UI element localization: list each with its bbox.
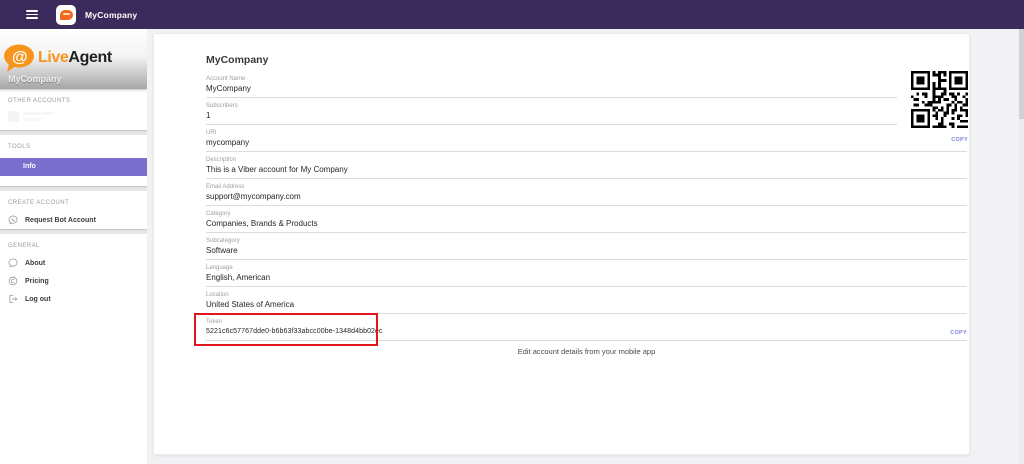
sidebar-section-tools: TOOLS Info [0,135,147,186]
account-avatar-placeholder [8,111,19,122]
qr-block: COPY [911,71,968,146]
sidebar-item-request-bot-account[interactable]: Request Bot Account [0,211,147,229]
field-email-address: Email Address support@mycompany.com [206,184,967,206]
scrollbar-thumb[interactable] [1019,29,1024,119]
brand-wordmark: LiveAgent [38,49,112,67]
topbar-title: MyCompany [85,10,137,20]
hamburger-menu-icon[interactable] [26,10,38,19]
sidebar-item-pricing[interactable]: Pricing [0,272,147,290]
field-language: Language English, American [206,265,967,287]
top-bar: MyCompany [0,0,1024,29]
field-subscribers: Subscribers 1 [206,103,897,125]
sidebar-item-label: Pricing [25,278,49,285]
footer-note: Edit account details from your mobile ap… [206,347,967,356]
page-body: @ LiveAgent MyCompany OTHER ACCOUNTS TOO… [0,29,1024,464]
main-area: MyCompany Account Name MyCompany Subscri… [147,29,1024,464]
field-description: Description This is a Viber account for … [206,157,967,179]
brand-live: Live [38,49,68,66]
field-category: Category Companies, Brands & Products [206,211,967,233]
field-subcategory: Subcategory Software [206,238,967,260]
field-location: Location United States of America [206,292,967,314]
chat-bubble-icon [8,258,18,268]
logout-icon [8,294,18,304]
other-accounts-label: OTHER ACCOUNTS [0,89,147,109]
sidebar-item-label: Log out [25,296,51,303]
viber-bot-icon [8,215,18,225]
sidebar-item-label: Request Bot Account [25,217,96,224]
pricing-icon [8,276,18,286]
create-account-label: CREATE ACCOUNT [0,191,147,211]
sidebar-item-label: About [25,260,45,267]
qr-copy-button[interactable]: COPY [951,137,968,143]
liveagent-logo-icon: @ [3,43,36,75]
sidebar-item-log-out[interactable]: Log out [0,290,147,308]
sidebar-brand-header: @ LiveAgent MyCompany [0,29,147,89]
other-account-placeholder[interactable] [8,111,147,122]
general-label: GENERAL [0,234,147,254]
brand-watermark: MyCompany [8,74,62,84]
svg-text:@: @ [12,49,28,66]
tools-label: TOOLS [0,135,147,155]
sidebar-section-create-account: CREATE ACCOUNT Request Bot Account [0,191,147,229]
qr-code [911,71,968,128]
brand-agent: Agent [68,49,111,66]
sidebar-item-about[interactable]: About [0,254,147,272]
field-token: Token 5221c6c57767dde0-b6b63f33abcc00be-… [206,319,967,341]
field-uri: URI mycompany [206,130,967,152]
company-avatar [56,5,76,25]
page-title: MyCompany [206,54,967,66]
sidebar-item-info[interactable]: Info [0,158,147,176]
account-details-card: MyCompany Account Name MyCompany Subscri… [153,33,970,455]
sidebar-section-other-accounts: OTHER ACCOUNTS [0,89,147,130]
page-scrollbar[interactable] [1019,29,1024,464]
sidebar: @ LiveAgent MyCompany OTHER ACCOUNTS TOO… [0,29,147,464]
company-logo-icon [60,10,73,20]
sidebar-section-general: GENERAL About Pricing Log out [0,234,147,464]
token-copy-button[interactable]: COPY [950,330,967,336]
field-account-name: Account Name MyCompany [206,76,897,98]
